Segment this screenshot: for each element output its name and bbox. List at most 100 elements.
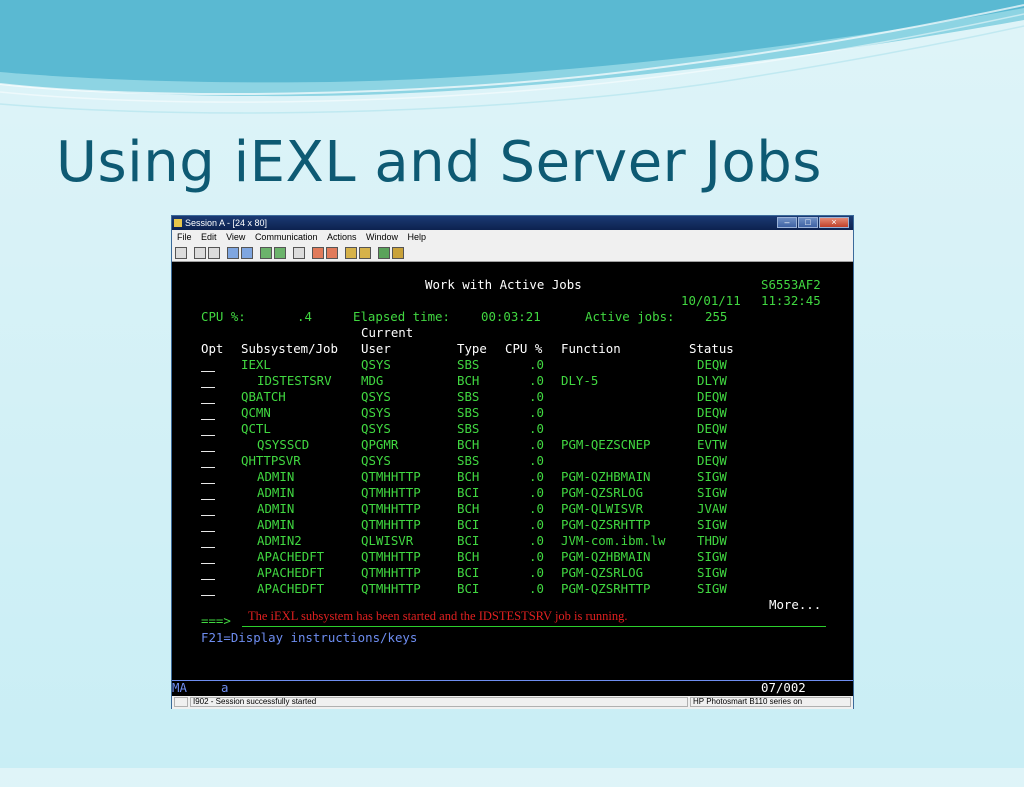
minimize-button[interactable]: –	[777, 217, 797, 228]
job-status: SIGW	[697, 549, 727, 564]
option-input[interactable]	[201, 595, 215, 596]
active-jobs-value: 255	[705, 309, 728, 324]
job-cpu: .0	[529, 581, 544, 596]
job-user: QSYS	[361, 389, 391, 404]
menu-window[interactable]: Window	[366, 232, 398, 242]
job-user: QPGMR	[361, 437, 399, 452]
job-user: QSYS	[361, 421, 391, 436]
play-macro-icon[interactable]	[326, 247, 338, 259]
option-input[interactable]	[201, 579, 215, 580]
cpu-label: CPU %:	[201, 309, 246, 324]
job-status: JVAW	[697, 501, 727, 516]
job-name: QSYSSCD	[257, 437, 310, 452]
macro-icon[interactable]	[312, 247, 324, 259]
job-type: SBS	[457, 405, 480, 420]
header-cpu: CPU %	[505, 341, 543, 356]
decorative-wave	[0, 0, 1024, 114]
header-user: User	[361, 341, 391, 356]
job-status: DEQW	[697, 453, 727, 468]
job-name: QHTTPSVR	[241, 453, 301, 468]
send-icon[interactable]	[227, 247, 239, 259]
job-user: QLWISVR	[361, 533, 414, 548]
paste-icon[interactable]	[208, 247, 220, 259]
job-name: QCMN	[241, 405, 271, 420]
job-user: QTMHHTTP	[361, 469, 421, 484]
job-status: DEQW	[697, 421, 727, 436]
option-input[interactable]	[201, 547, 215, 548]
job-user: QTMHHTTP	[361, 485, 421, 500]
slide-title: Using iEXL and Server Jobs	[56, 130, 822, 195]
copy-icon[interactable]	[194, 247, 206, 259]
job-name: ADMIN2	[257, 533, 302, 548]
app-icon	[174, 219, 182, 227]
option-input[interactable]	[201, 435, 215, 436]
job-user: QTMHHTTP	[361, 517, 421, 532]
maximize-button[interactable]: □	[798, 217, 818, 228]
settings-icon[interactable]	[345, 247, 357, 259]
option-input[interactable]	[201, 387, 215, 388]
menu-file[interactable]: File	[177, 232, 192, 242]
option-input[interactable]	[201, 467, 215, 468]
menu-edit[interactable]: Edit	[201, 232, 217, 242]
option-input[interactable]	[201, 419, 215, 420]
job-cpu: .0	[529, 453, 544, 468]
option-input[interactable]	[201, 403, 215, 404]
job-function: PGM-QZHBMAIN	[561, 549, 651, 564]
receive-icon[interactable]	[241, 247, 253, 259]
job-type: BCI	[457, 581, 480, 596]
job-type: BCI	[457, 565, 480, 580]
job-cpu: .0	[529, 373, 544, 388]
print-icon[interactable]	[175, 247, 187, 259]
record-icon[interactable]	[293, 247, 305, 259]
job-type: SBS	[457, 389, 480, 404]
keyboard-icon[interactable]	[274, 247, 286, 259]
job-name: APACHEDFT	[257, 549, 325, 564]
job-function: JVM-com.ibm.lw	[561, 533, 666, 548]
command-line-input[interactable]	[242, 626, 826, 627]
option-input[interactable]	[201, 371, 215, 372]
header-type: Type	[457, 341, 487, 356]
display-icon[interactable]	[260, 247, 272, 259]
header-opt: Opt	[201, 341, 224, 356]
job-cpu: .0	[529, 549, 544, 564]
option-input[interactable]	[201, 515, 215, 516]
job-function: PGM-QEZSCNEP	[561, 437, 651, 452]
option-input[interactable]	[201, 531, 215, 532]
job-cpu: .0	[529, 485, 544, 500]
job-function: PGM-QZSRHTTP	[561, 581, 651, 596]
job-type: BCH	[457, 549, 480, 564]
job-status: DEQW	[697, 405, 727, 420]
job-user: QTMHHTTP	[361, 501, 421, 516]
config-icon[interactable]	[359, 247, 371, 259]
help-icon[interactable]	[378, 247, 390, 259]
menu-communication[interactable]: Communication	[255, 232, 318, 242]
job-name: IDSTESTSRV	[257, 373, 332, 388]
option-input[interactable]	[201, 499, 215, 500]
window-titlebar[interactable]: Session A - [24 x 80] – □ ×	[172, 216, 853, 230]
terminal-screen[interactable]: Work with Active Jobs S6553AF2 10/01/11 …	[172, 262, 853, 695]
edit-icon[interactable]	[392, 247, 404, 259]
function-keys[interactable]: F21=Display instructions/keys	[201, 630, 417, 646]
current-label: Current	[361, 325, 414, 340]
job-function: PGM-QZSRLOG	[561, 565, 644, 580]
option-input[interactable]	[201, 451, 215, 452]
job-cpu: .0	[529, 405, 544, 420]
window-title: Session A - [24 x 80]	[185, 218, 268, 228]
command-prompt: ===>	[201, 613, 231, 628]
job-cpu: .0	[529, 437, 544, 452]
job-type: BCH	[457, 373, 480, 388]
option-input[interactable]	[201, 483, 215, 484]
menu-bar: File Edit View Communication Actions Win…	[172, 230, 853, 245]
job-cpu: .0	[529, 565, 544, 580]
menu-help[interactable]: Help	[408, 232, 427, 242]
close-button[interactable]: ×	[819, 217, 849, 228]
oia-indicator: MA	[172, 680, 187, 695]
job-function: PGM-QZSRLOG	[561, 485, 644, 500]
job-status: DEQW	[697, 357, 727, 372]
menu-actions[interactable]: Actions	[327, 232, 357, 242]
option-input[interactable]	[201, 563, 215, 564]
job-type: BCH	[457, 469, 480, 484]
screen-time: 11:32:45	[761, 293, 821, 308]
menu-view[interactable]: View	[226, 232, 245, 242]
job-cpu: .0	[529, 501, 544, 516]
